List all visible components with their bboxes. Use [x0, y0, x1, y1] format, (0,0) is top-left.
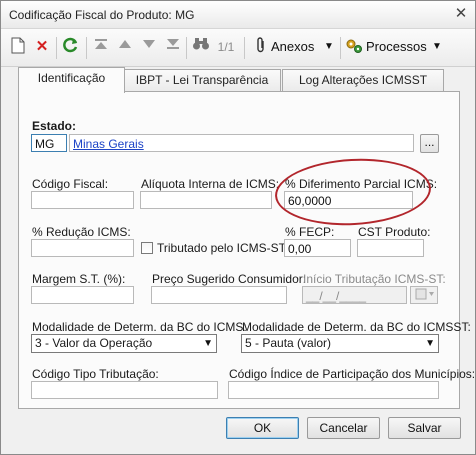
reducao-icms-label: % Redução ICMS:	[32, 225, 131, 239]
reducao-icms-input[interactable]	[31, 239, 134, 257]
codigo-fiscal-label: Código Fiscal:	[32, 177, 109, 191]
next-record-icon[interactable]	[140, 37, 158, 57]
delete-icon[interactable]: ✕	[33, 37, 51, 57]
fecp-label: % FECP:	[285, 225, 335, 239]
fecp-input[interactable]: 0,00	[284, 239, 351, 257]
toolbar-separator	[186, 37, 187, 59]
new-document-icon[interactable]	[9, 37, 27, 57]
codigo-tipo-tributacao-label: Código Tipo Tributação:	[32, 367, 159, 381]
modalidade-icms-label: Modalidade de Determ. da BC do ICMS:	[32, 320, 247, 334]
codigo-fiscal-input[interactable]	[31, 191, 134, 209]
dialog-window: Codificação Fiscal do Produto: MG ✕ ✕ 1/…	[0, 0, 476, 455]
preco-sugerido-input[interactable]	[151, 286, 287, 304]
modalidade-icmsst-select[interactable]: 5 - Pauta (valor) ▼	[241, 334, 439, 353]
tab-identificacao[interactable]: Identificação	[18, 67, 125, 93]
chevron-down-icon: ▼	[203, 338, 213, 349]
previous-record-icon[interactable]	[116, 37, 134, 57]
cst-produto-label: CST Produto:	[358, 225, 431, 239]
tributado-st-label: Tributado pelo ICMS-ST	[157, 241, 286, 255]
inicio-tributacao-input: __/__/____	[302, 286, 407, 304]
gears-icon	[345, 37, 363, 57]
codigo-indice-label: Código Índice de Participação dos Municí…	[229, 367, 476, 381]
paperclip-icon	[254, 37, 268, 57]
close-icon[interactable]: ✕	[451, 4, 471, 23]
modalidade-icms-value: 3 - Valor da Operação	[35, 336, 153, 350]
processos-button[interactable]: Processos	[366, 37, 428, 57]
anexos-dropdown-icon[interactable]: ▼	[323, 37, 335, 57]
refresh-icon[interactable]	[61, 37, 81, 57]
toolbar-separator	[86, 37, 87, 59]
modalidade-icmsst-value: 5 - Pauta (valor)	[245, 336, 332, 350]
save-button[interactable]: Salvar	[388, 417, 461, 439]
window-title: Codificação Fiscal do Produto: MG	[9, 8, 195, 22]
page-indicator: 1/1	[217, 40, 235, 54]
estado-name-link[interactable]: Minas Gerais	[73, 137, 144, 151]
cst-produto-input[interactable]	[357, 239, 424, 257]
margem-st-label: Margem S.T. (%):	[32, 272, 126, 286]
estado-lookup-button[interactable]: ...	[420, 134, 439, 153]
aliquota-icms-label: Alíquota Interna de ICMS:	[141, 177, 280, 191]
toolbar-separator	[244, 37, 245, 59]
tributado-st-checkbox[interactable]	[141, 242, 153, 254]
codigo-tipo-tributacao-input[interactable]	[31, 381, 218, 399]
first-record-icon[interactable]	[92, 37, 110, 57]
inicio-tributacao-label: Início Tributação ICMS-ST:	[303, 272, 446, 286]
ok-button[interactable]: OK	[226, 417, 299, 439]
chevron-down-icon: ▼	[425, 338, 435, 349]
estado-name-field: Minas Gerais	[69, 134, 414, 152]
toolbar-separator	[56, 37, 57, 59]
last-record-icon[interactable]	[164, 37, 182, 57]
tab-ibpt[interactable]: IBPT - Lei Transparência	[123, 69, 281, 91]
tab-log-alteracoes[interactable]: Log Alterações ICMSST	[282, 69, 444, 91]
cancel-button[interactable]: Cancelar	[307, 417, 380, 439]
modalidade-icms-select[interactable]: 3 - Valor da Operação ▼	[31, 334, 217, 353]
toolbar-separator	[340, 37, 341, 59]
modalidade-icmsst-label: Modalidade de Determ. da BC do ICMSST:	[242, 320, 471, 334]
estado-label: Estado:	[32, 119, 77, 133]
codigo-indice-input[interactable]	[228, 381, 439, 399]
calendar-dropdown-icon	[410, 286, 438, 304]
margem-st-input[interactable]	[31, 286, 134, 304]
processos-dropdown-icon[interactable]: ▼	[431, 37, 443, 57]
toolbar: ✕ 1/1 Anexos ▼ Processos ▼	[1, 29, 475, 67]
aliquota-icms-input[interactable]	[140, 191, 272, 209]
binoculars-icon[interactable]	[191, 37, 211, 57]
estado-input[interactable]: MG	[31, 134, 67, 152]
title-bar: Codificação Fiscal do Produto: MG ✕	[1, 1, 475, 29]
preco-sugerido-label: Preço Sugerido Consumidor:	[152, 272, 307, 286]
anexos-button[interactable]: Anexos	[271, 37, 321, 57]
